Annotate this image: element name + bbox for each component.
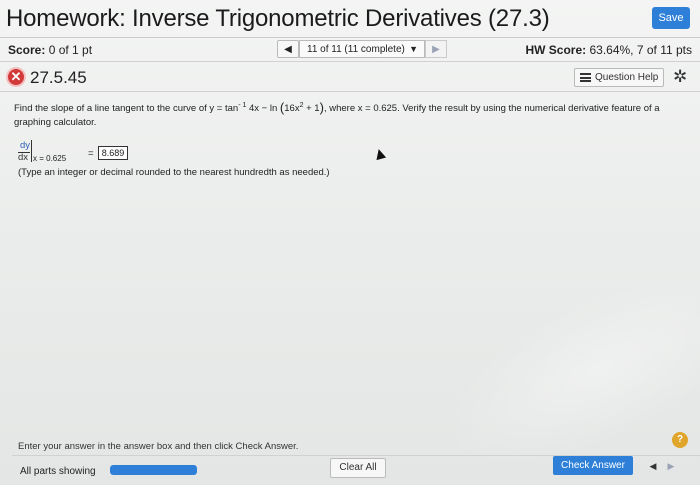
hw-score-value: 63.64%, 7 of 11 pts [589, 43, 692, 57]
page-title: Homework: Inverse Trigonometric Derivati… [6, 5, 550, 32]
previous-question-button[interactable]: ◀ [277, 40, 299, 58]
answer-hint: (Type an integer or decimal rounded to t… [18, 167, 330, 178]
question-help-button[interactable]: Question Help [574, 68, 664, 87]
check-answer-button[interactable]: Check Answer [553, 456, 633, 475]
question-prefix: Find the slope of a line tangent to the … [14, 103, 239, 114]
triangle-right-icon: ▶ [667, 461, 675, 471]
score: Score: 0 of 1 pt [8, 43, 92, 57]
parts-progress-bar [110, 465, 197, 475]
inverse-exponent: - 1 [238, 102, 247, 109]
question-select[interactable]: 11 of 11 (11 complete) ▼ [299, 40, 425, 58]
help-icon[interactable]: ? [672, 432, 688, 448]
answer-input[interactable]: 8.689 [98, 146, 128, 160]
gear-icon[interactable]: ✲ [673, 67, 687, 87]
question-text: Find the slope of a line tangent to the … [14, 101, 684, 130]
clear-all-button[interactable]: Clear All [330, 458, 386, 478]
question-bar: ✕ 27.5.45 Question Help ✲ [0, 62, 700, 92]
derivative-numerator: dy [20, 140, 31, 151]
equals-sign: = [88, 148, 94, 159]
header: Homework: Inverse Trigonometric Derivati… [0, 0, 700, 38]
score-bar: Score: 0 of 1 pt ◀ 11 of 11 (11 complete… [0, 38, 700, 62]
question-function: 4x − ln [249, 103, 278, 114]
next-part-button[interactable]: ▶ [662, 458, 680, 474]
incorrect-x-icon: ✕ [6, 67, 26, 87]
save-button[interactable]: Save [652, 7, 690, 29]
question-select-value: 11 of 11 (11 complete) [307, 44, 405, 55]
triangle-left-icon: ◀ [649, 461, 657, 471]
score-label: Score: [8, 43, 46, 57]
triangle-right-icon: ▶ [432, 44, 440, 55]
instruction-text: Enter your answer in the answer box and … [18, 441, 299, 452]
caret-down-icon: ▼ [409, 44, 418, 54]
question-number: 27.5.45 [30, 68, 87, 87]
score-value: 0 of 1 pt [48, 43, 93, 57]
inner-term: 16x [284, 103, 300, 114]
list-icon [580, 73, 591, 82]
previous-part-button[interactable]: ◀ [644, 458, 662, 474]
derivative-denominator: dx [18, 152, 29, 163]
hw-score: HW Score: 63.64%, 7 of 11 pts [525, 43, 692, 57]
evaluation-point: x = 0.625 [33, 154, 67, 163]
next-question-button[interactable]: ▶ [425, 40, 447, 58]
all-parts-label: All parts showing [20, 466, 96, 477]
homework-page: Homework: Inverse Trigonometric Derivati… [0, 0, 700, 485]
screen-glare [416, 234, 700, 485]
triangle-left-icon: ◀ [284, 44, 292, 55]
evaluation-bar [31, 140, 32, 162]
hw-score-label: HW Score: [525, 43, 587, 57]
inner-constant: + 1 [303, 103, 320, 114]
question-help-label: Question Help [595, 72, 659, 83]
parts-progress-fill [110, 465, 197, 475]
